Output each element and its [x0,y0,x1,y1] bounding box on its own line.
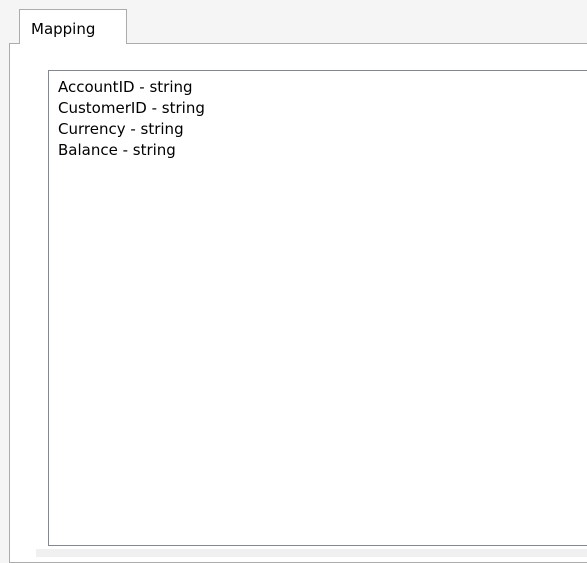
list-item[interactable]: CustomerID - string [58,98,205,119]
mapping-tab-panel: AccountID - string CustomerID - string C… [9,43,587,563]
list-item[interactable]: Currency - string [58,119,205,140]
mapping-listbox[interactable]: AccountID - string CustomerID - string C… [48,70,587,546]
tab-mapping-label: Mapping [31,20,96,38]
list-item[interactable]: Balance - string [58,140,205,161]
tab-mapping[interactable]: Mapping [19,9,127,44]
mapping-list: AccountID - string CustomerID - string C… [58,77,205,161]
panel-bottom-edge [36,549,587,557]
list-item[interactable]: AccountID - string [58,77,205,98]
